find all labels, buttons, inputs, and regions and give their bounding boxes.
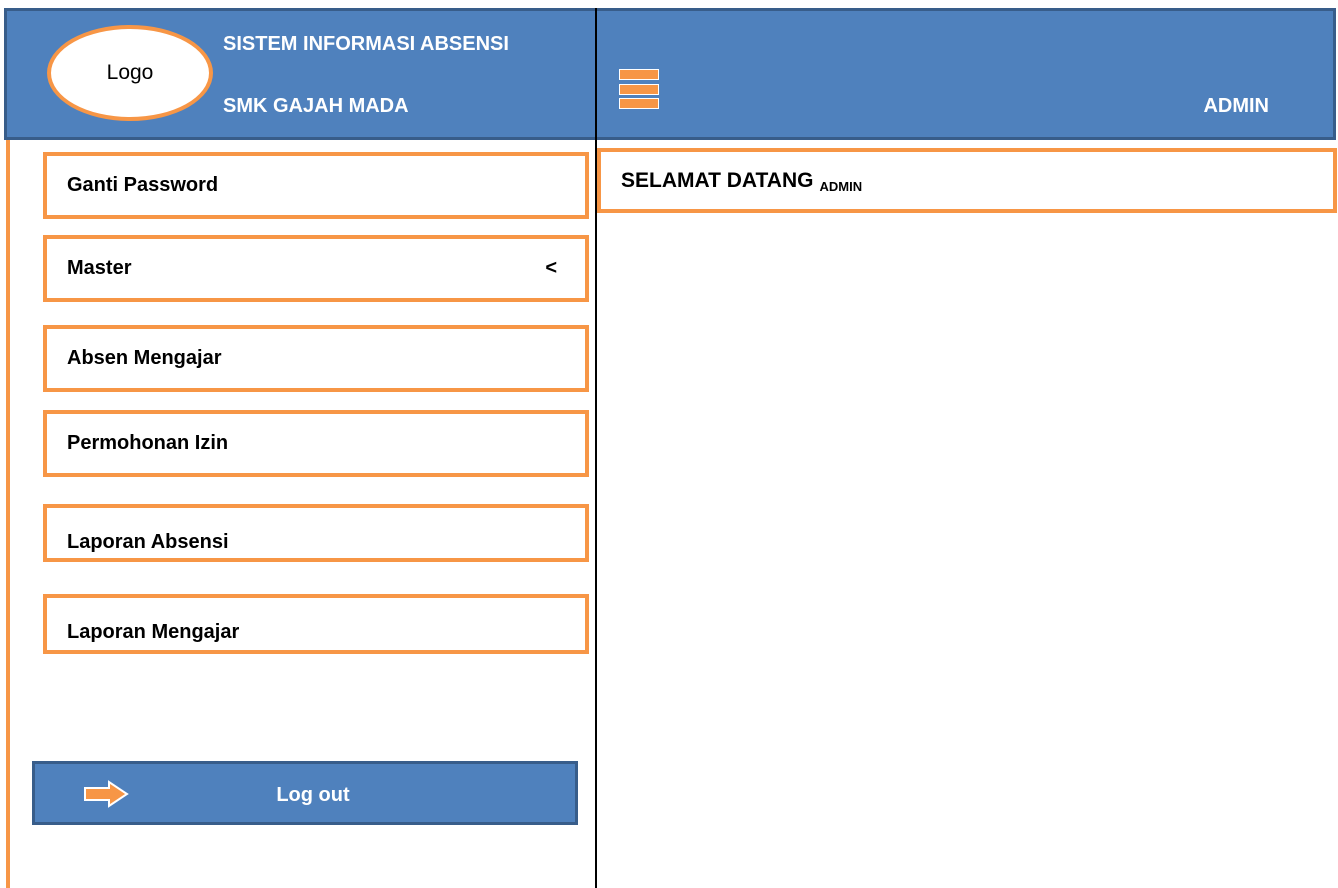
logo-text: Logo (106, 61, 154, 84)
app-title: SISTEM INFORMASI ABSENSI (223, 33, 509, 55)
sidebar-item-label: Permohonan Izin (67, 432, 229, 454)
logo: Logo (47, 25, 213, 121)
sidebar-item-permohonan-izin[interactable]: Permohonan Izin (43, 410, 589, 477)
sidebar-item-absen-mengajar[interactable]: Absen Mengajar (43, 325, 589, 392)
user-label: ADMIN (1203, 95, 1269, 117)
chevron-left-icon: < (545, 257, 557, 279)
sidebar-item-laporan-mengajar[interactable]: Laporan Mengajar (43, 594, 589, 654)
sidebar-edge (6, 140, 10, 888)
panel-divider (595, 8, 597, 888)
welcome-banner: SELAMAT DATANG ADMIN (597, 148, 1337, 213)
welcome-text: SELAMAT DATANG (621, 168, 814, 192)
sidebar-item-label: Ganti Password (67, 174, 219, 196)
logout-label: Log out (276, 784, 350, 806)
sidebar-item-label: Master (67, 257, 132, 279)
top-header: Logo SISTEM INFORMASI ABSENSI SMK GAJAH … (4, 8, 1336, 140)
sidebar-item-ganti-password[interactable]: Ganti Password (43, 152, 589, 219)
logout-button[interactable]: Log out (32, 761, 578, 825)
school-name: SMK GAJAH MADA (223, 95, 409, 117)
sidebar-item-label: Laporan Mengajar (67, 621, 240, 643)
sidebar-item-label: Laporan Absensi (67, 531, 229, 553)
sidebar-item-master[interactable]: Master < (43, 235, 589, 302)
welcome-user: ADMIN (819, 179, 863, 194)
sidebar-item-laporan-absensi[interactable]: Laporan Absensi (43, 504, 589, 562)
sidebar-item-label: Absen Mengajar (67, 347, 222, 369)
hamburger-icon[interactable] (619, 69, 659, 109)
